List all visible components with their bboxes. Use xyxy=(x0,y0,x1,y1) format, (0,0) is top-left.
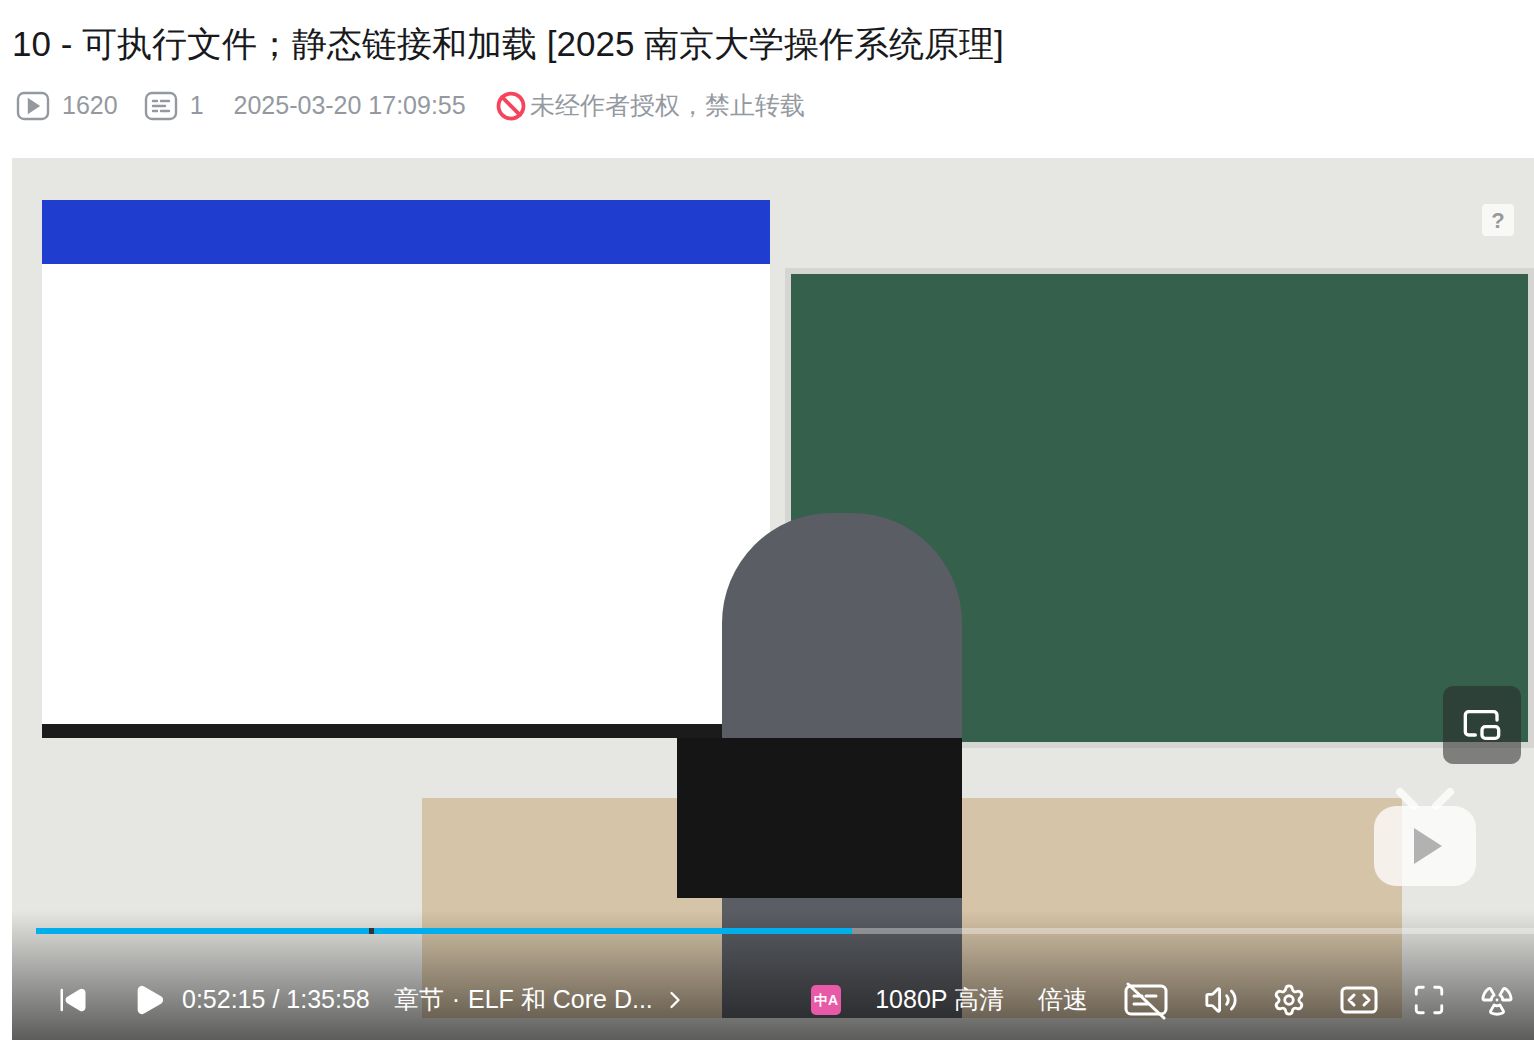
progress-fill xyxy=(36,928,852,934)
play-button[interactable] xyxy=(132,983,166,1017)
page: 10 - 可执行文件；静态链接和加载 [2025 南京大学操作系统原理] 1620… xyxy=(0,0,1534,1040)
widescreen-icon[interactable] xyxy=(1340,985,1378,1015)
video-player[interactable]: ? 0:52:15 / 1:35:58 章节·ELF 和 Core D... 中A 10… xyxy=(12,158,1534,1040)
control-bar: 0:52:15 / 1:35:58 章节·ELF 和 Core D... 中A 108… xyxy=(12,910,1534,1040)
mini-player-button[interactable] xyxy=(1443,686,1521,764)
volume-icon[interactable] xyxy=(1204,983,1238,1017)
light-off-icon[interactable] xyxy=(1480,983,1514,1017)
video-title: 10 - 可执行文件；静态链接和加载 [2025 南京大学操作系统原理] xyxy=(0,0,1534,66)
copyright: 未经作者授权，禁止转载 xyxy=(496,87,805,125)
video-meta: 1620 1 2025-03-20 17:09:55 未经作者授权，禁止转载 xyxy=(0,86,1534,126)
quality-button[interactable]: 1080P 高清 xyxy=(875,981,1004,1019)
chapter-mark xyxy=(369,928,374,934)
danmaku-count: 1 xyxy=(144,87,204,125)
pubdate: 2025-03-20 17:09:55 xyxy=(234,87,466,125)
help-button[interactable]: ? xyxy=(1482,204,1514,236)
settings-icon[interactable] xyxy=(1272,983,1306,1017)
fullscreen-icon[interactable] xyxy=(1412,983,1446,1017)
time: 0:52:15 / 1:35:58 xyxy=(182,981,370,1019)
danmaku-icon xyxy=(144,91,178,121)
play-icon xyxy=(132,983,166,1017)
views-icon xyxy=(16,91,50,121)
progress-bar[interactable] xyxy=(36,928,1534,934)
forbidden-icon xyxy=(496,91,526,121)
subtitle-icon[interactable] xyxy=(1122,980,1170,1020)
video-frame xyxy=(12,158,1534,1040)
previous-icon[interactable] xyxy=(58,985,88,1015)
views: 1620 xyxy=(16,87,118,125)
speed-button[interactable]: 倍速 xyxy=(1038,981,1088,1019)
translate-button[interactable]: 中A xyxy=(811,985,841,1015)
chevron-right-icon xyxy=(661,986,689,1014)
chapter-button[interactable]: 章节·ELF 和 Core D... xyxy=(394,981,689,1019)
mini-player-icon xyxy=(1462,705,1502,745)
controls-row: 0:52:15 / 1:35:58 章节·ELF 和 Core D... 中A 108… xyxy=(12,978,1534,1022)
bilibili-logo-icon[interactable] xyxy=(1370,786,1480,890)
